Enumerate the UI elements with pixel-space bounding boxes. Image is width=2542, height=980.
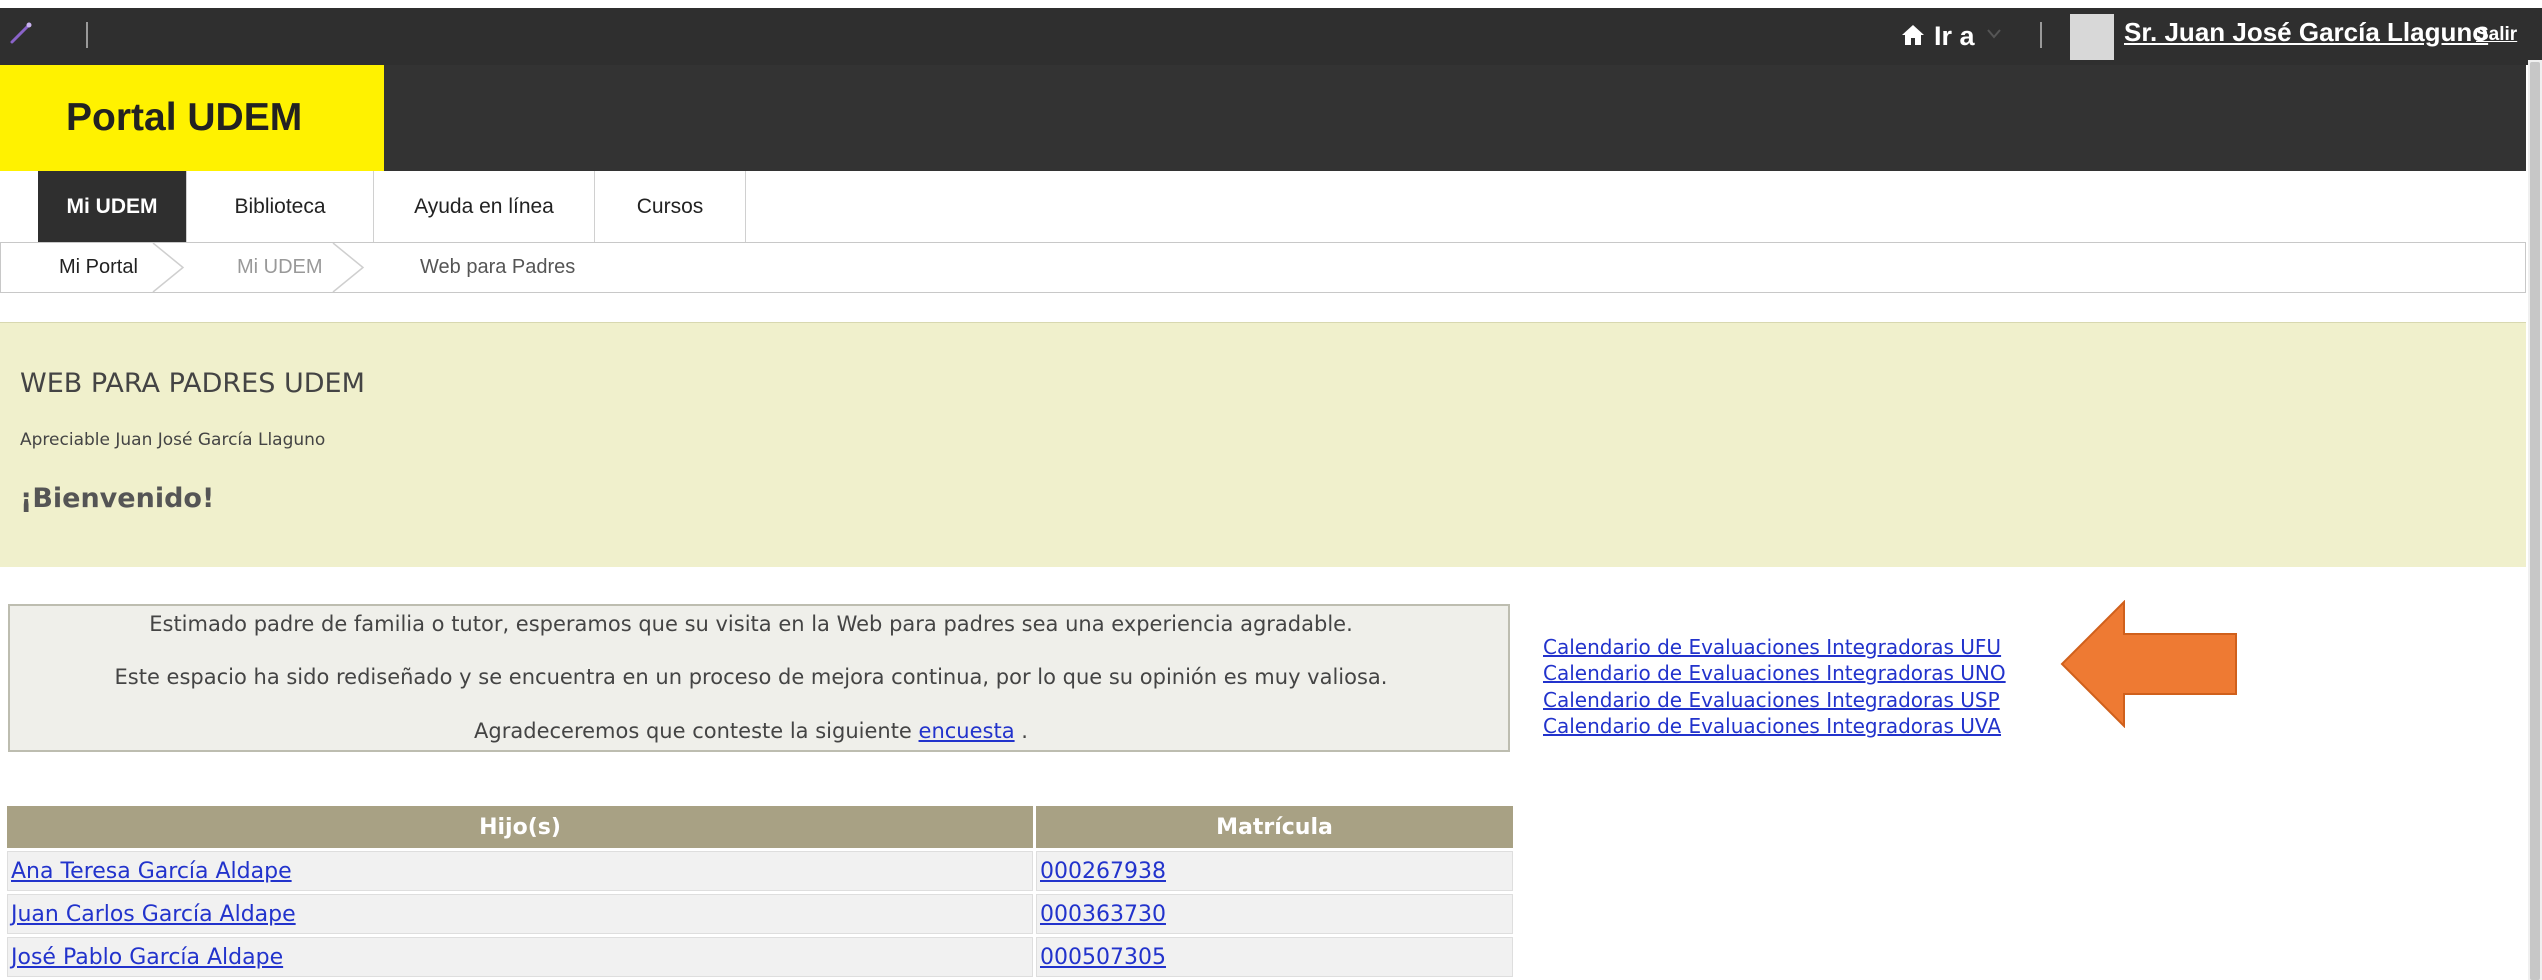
goto-menu[interactable]: Ir a	[1934, 18, 1975, 54]
left-arrow-annotation	[2060, 600, 2237, 728]
breadcrumb: Mi Portal Mi UDEM Web para Padres	[0, 242, 2526, 293]
child-name-cell: José Pablo García Aldape	[7, 937, 1033, 977]
magic-wand-icon[interactable]	[8, 20, 34, 46]
children-table: Hijo(s) Matrícula Ana Teresa García Alda…	[4, 803, 1516, 980]
scrollbar-thumb[interactable]	[2530, 62, 2540, 980]
user-name-link[interactable]: Sr. Juan José García Llaguno	[2124, 14, 2488, 50]
notice-line-3: Agradeceremos que conteste la siguiente …	[0, 716, 1502, 746]
caret-down-icon[interactable]	[1986, 27, 2002, 41]
calendar-link-ufu[interactable]: Calendario de Evaluaciones Integradoras …	[1543, 634, 2001, 660]
table-header-row: Hijo(s) Matrícula	[7, 806, 1513, 848]
home-icon[interactable]	[1900, 22, 1926, 48]
page-title: WEB PARA PADRES UDEM	[20, 368, 365, 399]
child-name-link[interactable]: Ana Teresa García Aldape	[11, 859, 292, 884]
separator	[2040, 22, 2042, 48]
child-id-cell: 000507305	[1036, 937, 1513, 977]
chevron-right-icon	[152, 243, 185, 292]
nav-tab-mi-udem[interactable]: Mi UDEM	[38, 171, 187, 242]
child-id-link[interactable]: 000507305	[1040, 945, 1166, 970]
column-header-hijos: Hijo(s)	[7, 806, 1033, 848]
greeting-text: Apreciable Juan José García Llaguno	[20, 430, 326, 450]
table-row: José Pablo García Aldape 000507305	[7, 937, 1513, 977]
notice-line-2: Este espacio ha sido rediseñado y se enc…	[114, 665, 1388, 689]
welcome-text: ¡Bienvenido!	[20, 483, 215, 514]
logout-link[interactable]: Salir	[2476, 21, 2517, 49]
child-id-link[interactable]: 000363730	[1040, 902, 1166, 927]
calendar-link-uva[interactable]: Calendario de Evaluaciones Integradoras …	[1543, 713, 2001, 739]
nav-tab-ayuda[interactable]: Ayuda en línea	[374, 171, 595, 242]
nav-tab-biblioteca[interactable]: Biblioteca	[187, 171, 374, 242]
nav-tab-cursos[interactable]: Cursos	[595, 171, 746, 242]
table-row: Ana Teresa García Aldape 000267938	[7, 851, 1513, 891]
notice-line-1: Estimado padre de familia o tutor, esper…	[149, 612, 1353, 636]
calendar-link-uno[interactable]: Calendario de Evaluaciones Integradoras …	[1543, 660, 2006, 686]
column-header-matricula: Matrícula	[1036, 806, 1513, 848]
child-name-link[interactable]: Juan Carlos García Aldape	[11, 902, 296, 927]
avatar[interactable]	[2070, 14, 2114, 60]
child-id-cell: 000267938	[1036, 851, 1513, 891]
portal-logo-text: Portal UDEM	[66, 96, 303, 139]
chevron-right-icon	[332, 243, 365, 292]
child-name-cell: Ana Teresa García Aldape	[7, 851, 1033, 891]
breadcrumb-item[interactable]: Mi UDEM	[237, 243, 323, 292]
child-name-cell: Juan Carlos García Aldape	[7, 894, 1033, 934]
breadcrumb-current: Web para Padres	[420, 256, 576, 278]
breadcrumb-item[interactable]: Mi Portal	[59, 243, 138, 292]
child-id-cell: 000363730	[1036, 894, 1513, 934]
separator	[86, 22, 88, 48]
table-row: Juan Carlos García Aldape 000363730	[7, 894, 1513, 934]
notice-line-3-prefix: Agradeceremos que conteste la siguiente	[474, 719, 919, 743]
survey-link[interactable]: encuesta	[919, 719, 1015, 743]
child-name-link[interactable]: José Pablo García Aldape	[11, 945, 283, 970]
notice-line-3-suffix: .	[1014, 719, 1028, 743]
calendar-link-usp[interactable]: Calendario de Evaluaciones Integradoras …	[1543, 687, 2000, 713]
child-id-link[interactable]: 000267938	[1040, 859, 1166, 884]
welcome-panel	[0, 322, 2526, 567]
